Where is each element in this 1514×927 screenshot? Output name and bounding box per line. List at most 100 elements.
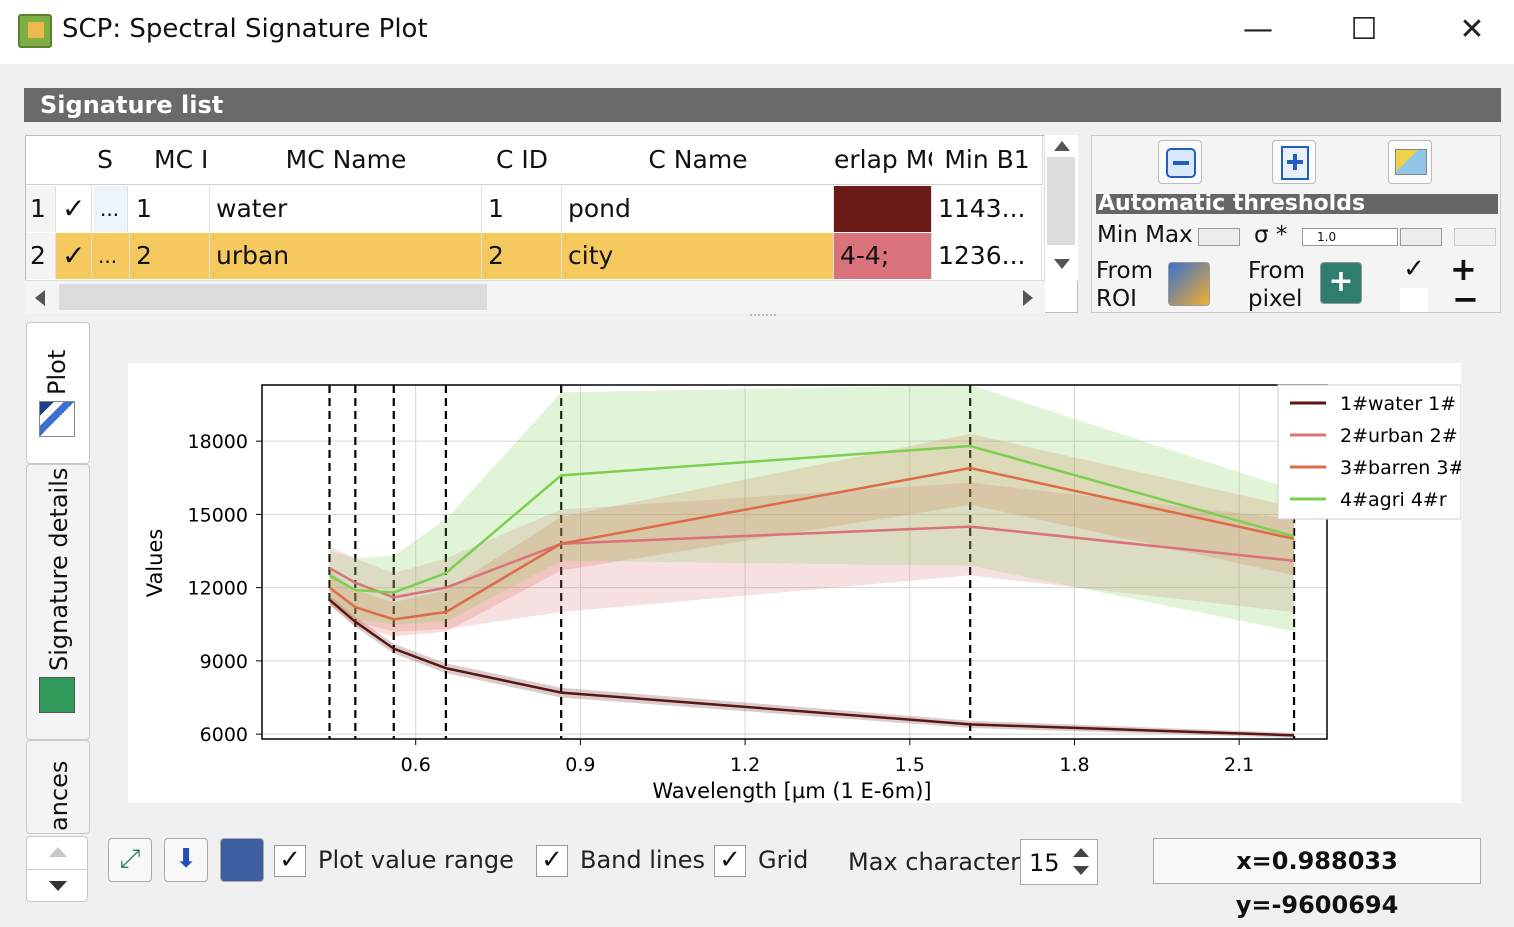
max-characters-label: Max characters [848,848,1033,876]
legend-label: 4#agri 4#r [1340,489,1447,511]
table-horizontal-scrollbar[interactable] [25,280,1045,313]
minus-icon[interactable]: − [1452,280,1479,318]
sigma-apply-button[interactable] [1400,228,1442,246]
minus-icon [1166,148,1196,178]
min-max-button[interactable] [1198,228,1240,246]
legend-label: 2#urban 2# [1340,425,1458,447]
c-id-cell[interactable]: 2 [482,233,562,279]
sigma-label: σ * [1254,222,1288,248]
column-header-overlap[interactable]: erlap MC [834,136,933,185]
column-header-min-b1[interactable]: Min B1 [932,136,1043,185]
fit-plot-icon[interactable]: ⤢ [108,838,152,882]
from-roi-label: From [1096,258,1153,284]
tab-distances[interactable]: ances [26,740,90,834]
y-tick-label: 12000 [188,578,248,600]
scroll-left-arrow-icon[interactable] [35,290,45,306]
pixel-plus-icon[interactable]: + [1320,262,1362,304]
tab-scroll-down-icon[interactable] [49,881,67,891]
threshold-checkbox[interactable]: ✓ [1400,254,1428,284]
table-vertical-scrollbar[interactable] [1044,135,1078,281]
maximize-button[interactable]: ☐ [1342,12,1386,48]
y-tick-label: 6000 [200,724,248,746]
scrollbar-thumb[interactable] [1047,157,1075,245]
minimize-button[interactable]: — [1236,12,1280,48]
y-axis-label: Values [143,529,167,598]
x-axis-label: Wavelength [µm (1 E-6m)] [652,779,931,803]
grid-checkbox[interactable]: ✓ [714,845,746,877]
calculate-signature-button[interactable] [1388,140,1432,184]
from-pixel-label: From [1248,258,1305,284]
from-pixel-label-2: pixel [1248,286,1303,312]
row-number: 2 [26,233,56,279]
scp-app-icon [18,14,52,48]
max-characters-value: 15 [1029,849,1060,877]
mc-id-cell[interactable]: 1 [130,186,210,232]
tab-signature-details[interactable]: Signature details [26,464,90,740]
cursor-coordinates: x=0.988033 y=-9600694 [1153,838,1481,919]
automatic-thresholds-header: Automatic thresholds [1096,194,1498,214]
mc-name-cell[interactable]: urban [210,233,482,279]
tab-distances-label: ances [45,760,73,831]
close-button[interactable]: ✕ [1450,12,1494,48]
scroll-right-arrow-icon[interactable] [1023,290,1033,306]
plot-value-range-label: Plot value range [318,846,514,874]
tab-scroll-up-icon[interactable] [49,847,67,857]
column-header-c-name[interactable]: C Name [562,136,835,185]
x-tick-label: 2.1 [1224,754,1254,776]
c-name-cell[interactable]: city [562,233,834,279]
max-characters-spinbox[interactable]: 15 [1020,839,1098,885]
y-tick-label: 18000 [188,431,248,453]
add-document-icon [1281,146,1309,180]
spectral-plot[interactable]: 0.6 0.9 1.2 1.5 1.8 2.1 6000 9000 12000 15000 1800… [128,363,1464,803]
row-color-button[interactable]: ... [92,233,130,279]
overlap-cell[interactable] [834,186,932,232]
tab-plot[interactable]: Plot [26,322,90,464]
scroll-up-arrow-icon[interactable] [1054,141,1070,151]
column-header-mc-id[interactable]: MC ID [154,136,211,185]
sigma-spinbox[interactable]: 1.0 [1302,228,1398,246]
min-b1-cell[interactable]: 1143... [932,186,1042,232]
save-plot-icon[interactable]: ⬇ [164,838,208,882]
min-max-label: Min Max [1097,222,1193,248]
column-header-s[interactable]: S [56,136,155,185]
scroll-down-arrow-icon[interactable] [1054,259,1070,269]
legend-label: 1#water 1# [1340,393,1456,415]
row-number-header [26,136,57,185]
scrollbar-thumb[interactable] [59,284,487,310]
spin-down-icon[interactable] [1073,866,1089,875]
ruler-icon [1395,149,1427,175]
row-number: 1 [26,186,56,232]
bottom-toolbar: ⤢ ⬇ ✓ Plot value range ✓ Band lines ✓ Gr… [100,836,1500,919]
spin-up-icon[interactable] [1073,848,1089,857]
c-name-cell[interactable]: pond [562,186,834,232]
band-lines-label: Band lines [580,846,706,874]
legend: 1#water 1# 2#urban 2# 3#barren 3# 4#agri 4#… [1277,384,1464,520]
remove-signature-button[interactable] [1158,140,1202,184]
overlap-cell[interactable]: 4-4; [834,233,932,279]
x-tick-label: 1.8 [1059,754,1089,776]
mc-id-cell[interactable]: 2 [130,233,210,279]
splitter-handle[interactable] [750,314,776,318]
row-checkbox[interactable]: ✓ [56,186,92,232]
row-checkbox[interactable]: ✓ [56,233,92,279]
from-roi-label-2: ROI [1096,286,1137,312]
disabled-button[interactable] [1454,228,1496,246]
c-id-cell[interactable]: 1 [482,186,562,232]
spectral-plot-svg: 0.6 0.9 1.2 1.5 1.8 2.1 6000 9000 12000 15000 1800… [143,384,1464,803]
legend-label: 3#barren 3# [1340,457,1461,479]
import-signature-button[interactable] [1272,140,1316,184]
roi-icon[interactable] [1168,262,1210,306]
band-lines-checkbox[interactable]: ✓ [536,845,568,877]
threshold-checkbox-2[interactable] [1400,288,1428,312]
column-header-mc-name[interactable]: MC Name [210,136,483,185]
mc-name-cell[interactable]: water [210,186,482,232]
title-bar: SCP: Spectral Signature Plot — ☐ ✕ [0,0,1514,64]
y-tick-label: 15000 [188,504,248,526]
column-header-c-id[interactable]: C ID [482,136,563,185]
plot-value-range-checkbox[interactable]: ✓ [274,845,306,877]
min-b1-cell[interactable]: 1236... [932,233,1042,279]
image-icon[interactable] [220,838,264,882]
tab-plot-label: Plot [43,349,71,395]
row-color-button[interactable]: ... [94,186,128,232]
threshold-panel: Automatic thresholds Min Max σ * 1.0 Fro… [1091,135,1501,318]
